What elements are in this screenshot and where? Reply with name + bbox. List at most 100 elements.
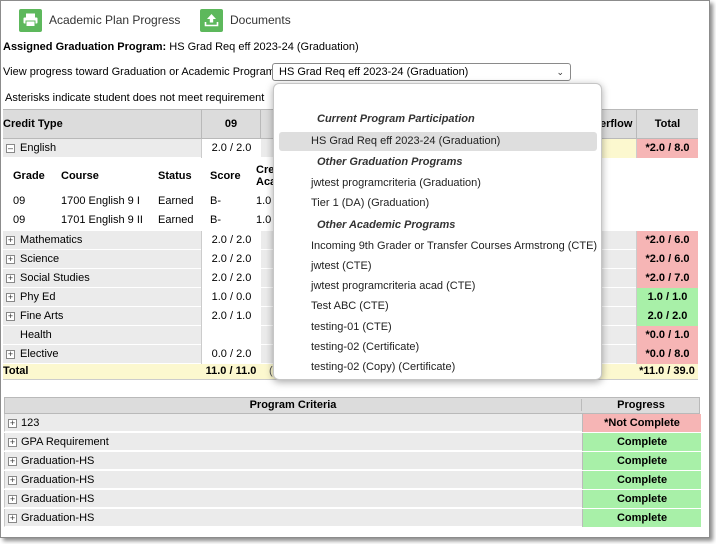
total-value: *0.0 / 1.0 [636,326,698,345]
header-credit-type: Credit Type [3,118,63,130]
assigned-program-line: Assigned Graduation Program: HS Grad Req… [3,41,359,53]
toolbar: Academic Plan Progress Documents [1,1,709,37]
assigned-program-label: Assigned Graduation Program: [3,41,167,53]
assigned-program-value: HS Grad Req eff 2023-24 (Graduation) [169,41,359,53]
year-09-value: 1.0 / 0.0 [201,288,261,307]
expand-icon[interactable]: + [8,495,17,504]
expand-icon[interactable]: + [8,419,17,428]
expand-icon[interactable]: + [8,457,17,466]
total-label: Total [3,365,29,377]
overflow-cell [600,139,636,158]
total-year-09-value: 11.0 / 11.0 [205,365,257,377]
course-name: 1701 English 9 II [61,214,143,226]
criteria-progress: Complete [582,509,701,527]
credit-type-name: Health [20,329,52,341]
course-grade: 09 [13,195,26,207]
criteria-progress: *Not Complete [582,414,701,432]
collapse-icon[interactable]: – [6,144,15,153]
expand-icon[interactable]: + [8,514,17,523]
option-test-abc[interactable]: Test ABC (CTE) [311,300,389,312]
criteria-row[interactable]: + Graduation-HS Complete [4,490,701,508]
option-jwtest-programcriteria-acad[interactable]: jwtest programcriteria acad (CTE) [311,280,475,292]
year-09-value: 2.0 / 2.0 [201,231,261,250]
credit-type-name: Social Studies [20,272,90,284]
course-header-course: Course [61,170,99,182]
criteria-name: Graduation-HS [21,474,95,486]
course-status: Earned [158,195,194,207]
expand-icon[interactable]: + [8,438,17,447]
asterisk-note: Asterisks indicate student does not meet… [5,92,265,104]
header-total: Total [636,110,698,138]
expand-icon[interactable]: + [6,255,15,264]
expand-icon[interactable]: + [8,476,17,485]
group-current-participation: Current Program Participation [317,113,475,125]
academic-plan-progress-label: Academic Plan Progress [49,13,181,27]
program-dropdown-menu: Current Program Participation HS Grad Re… [273,83,602,380]
total-value: 1.0 / 1.0 [636,288,698,307]
expand-icon[interactable]: + [6,274,15,283]
criteria-row[interactable]: + GPA Requirement Complete [4,433,701,451]
course-name: 1700 English 9 I [61,195,140,207]
course-score: B- [210,195,221,207]
option-hs-grad-req[interactable]: HS Grad Req eff 2023-24 (Graduation) [311,135,500,147]
criteria-progress: Complete [582,433,701,451]
documents-button[interactable]: Documents [200,8,291,32]
year-09-value: 2.0 / 1.0 [201,307,261,326]
option-incoming-9th-grader[interactable]: Incoming 9th Grader or Transfer Courses … [311,240,597,252]
expand-icon[interactable]: + [6,312,15,321]
chevron-down-icon: ⌄ [556,67,564,77]
option-testing-01[interactable]: testing-01 (CTE) [311,321,392,333]
criteria-name: GPA Requirement [21,436,109,448]
year-09-value [201,326,261,345]
group-other-academic: Other Academic Programs [317,219,456,231]
criteria-row[interactable]: + Graduation-HS Complete [4,471,701,489]
year-09-value: 2.0 / 2.0 [201,139,261,158]
total-value: *0.0 / 8.0 [636,345,698,364]
header-year-09: 09 [201,110,261,138]
group-other-graduation: Other Graduation Programs [317,156,463,168]
expand-icon[interactable]: + [6,236,15,245]
credit-type-name: Mathematics [20,234,83,246]
criteria-row[interactable]: + Graduation-HS Complete [4,452,701,470]
printer-icon [19,8,42,32]
course-header-score: Score [210,170,241,182]
course-status: Earned [158,214,194,226]
expand-icon[interactable]: + [6,350,15,359]
criteria-row[interactable]: + Graduation-HS Complete [4,509,701,527]
criteria-name: Graduation-HS [21,455,95,467]
credit-type-name: Elective [20,348,59,360]
program-criteria-header: Program Criteria Progress [4,397,700,414]
total-value: *2.0 / 8.0 [636,139,698,158]
criteria-row[interactable]: + 123 *Not Complete [4,414,701,432]
program-select[interactable]: HS Grad Req eff 2023-24 (Graduation) ⌄ [272,63,571,81]
header-progress: Progress [581,399,700,411]
course-score: B- [210,214,221,226]
header-program-criteria: Program Criteria [249,399,337,411]
credit-type-name: English [20,142,57,154]
course-header-credits: Cre [256,164,275,176]
credit-type-name: Science [20,253,60,265]
criteria-progress: Complete [582,490,701,508]
year-09-value: 2.0 / 2.0 [201,269,261,288]
total-value: *2.0 / 7.0 [636,269,698,288]
credit-type-name: Fine Arts [20,310,64,322]
criteria-progress: Complete [582,471,701,489]
academic-plan-window: Academic Plan Progress Documents Assigne… [0,0,710,538]
option-tier-1[interactable]: Tier 1 (DA) (Graduation) [311,197,429,209]
option-jwtest-programcriteria-grad[interactable]: jwtest programcriteria (Graduation) [311,177,481,189]
course-credit: 1.0 [256,214,272,226]
option-testing-02-copy[interactable]: testing-02 (Copy) (Certificate) [311,361,455,373]
program-select-value: HS Grad Req eff 2023-24 (Graduation) [279,66,469,78]
total-value: *2.0 / 6.0 [636,250,698,269]
credit-type-name: Phy Ed [20,291,56,303]
course-grade: 09 [13,214,26,226]
option-jwtest[interactable]: jwtest (CTE) [311,260,372,272]
course-credit: 1.0 [256,195,272,207]
total-value: *2.0 / 6.0 [636,231,698,250]
year-09-value: 2.0 / 2.0 [201,250,261,269]
option-testing-02[interactable]: testing-02 (Certificate) [311,341,419,353]
criteria-name: Graduation-HS [21,493,95,505]
academic-plan-progress-button[interactable]: Academic Plan Progress [19,8,180,32]
expand-icon[interactable]: + [6,293,15,302]
criteria-name: 123 [21,417,40,429]
